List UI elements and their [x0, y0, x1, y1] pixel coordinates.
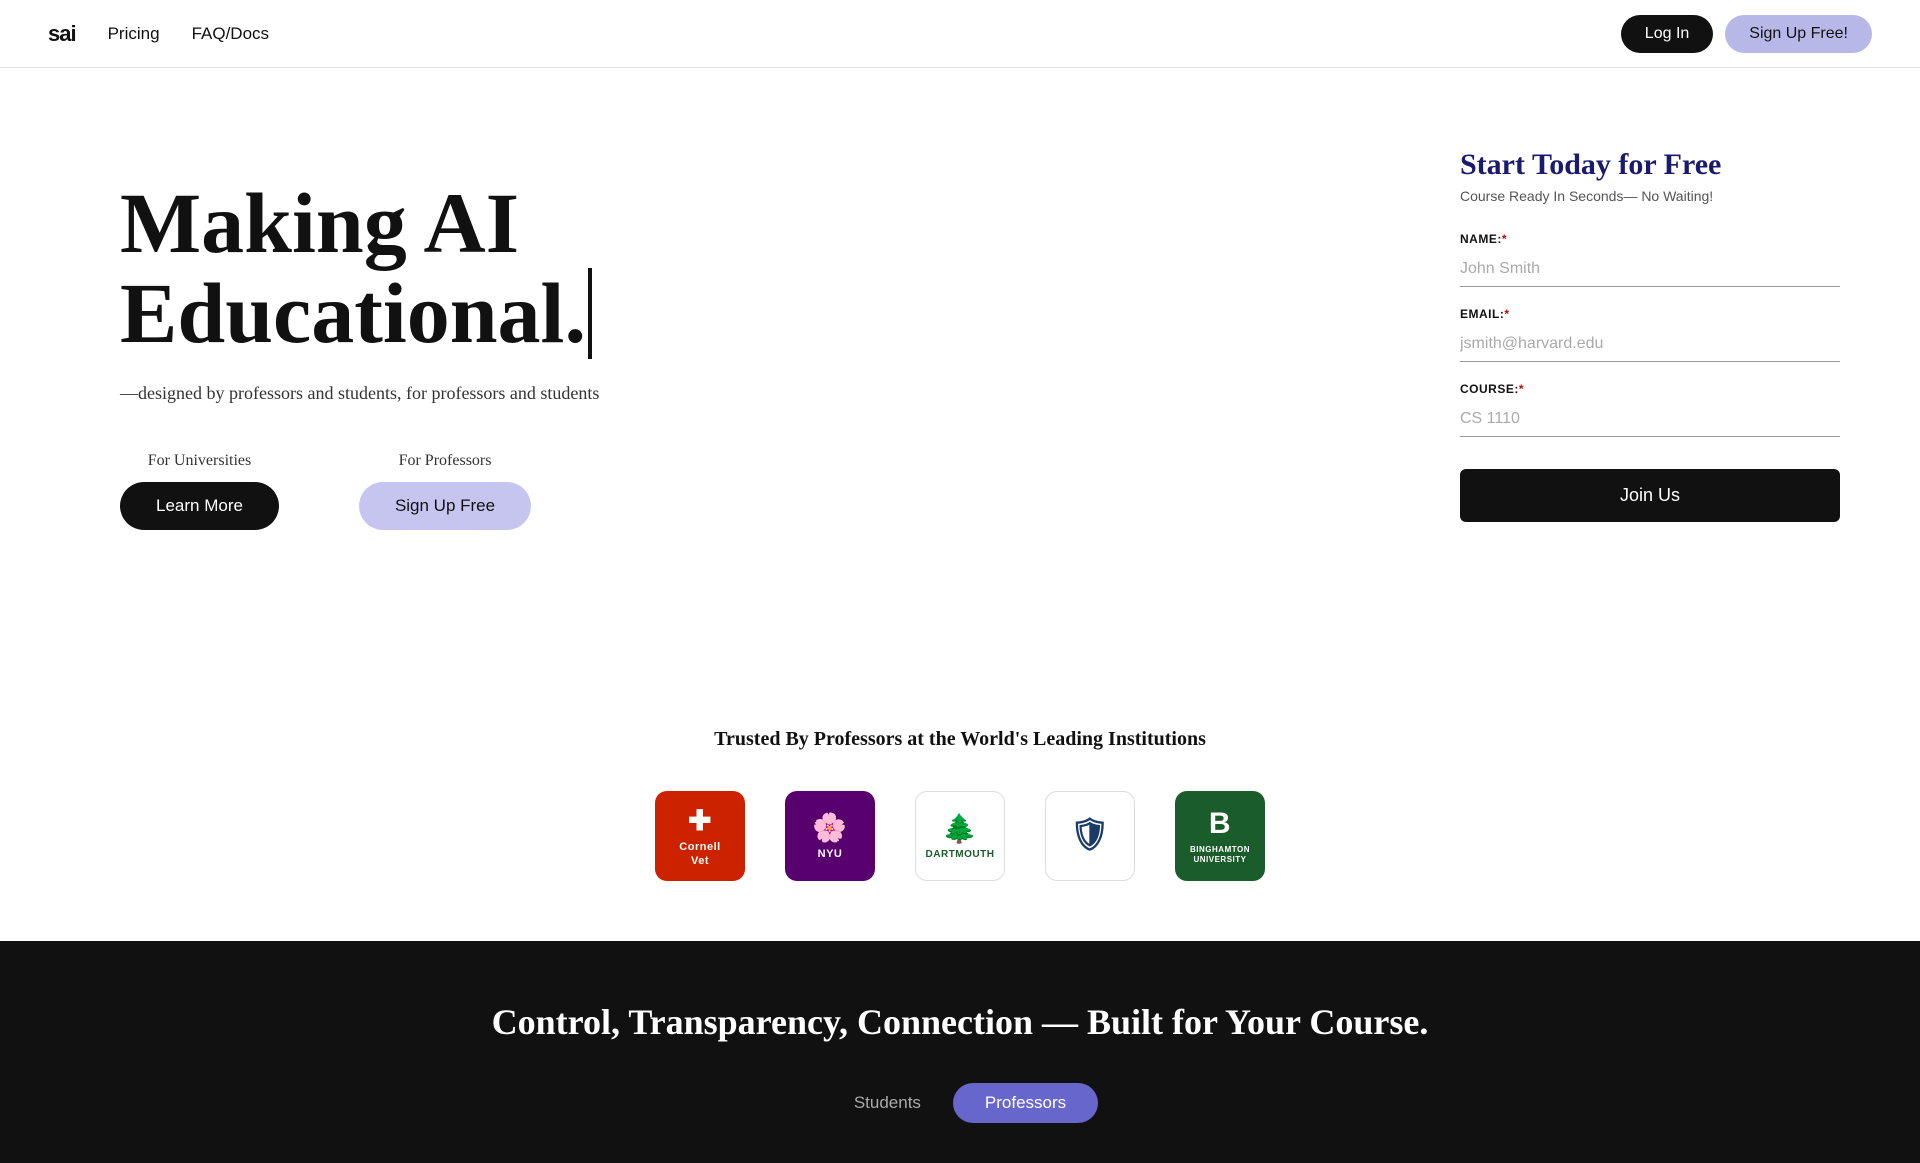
logo-yale: 🛡 [1045, 791, 1135, 881]
navbar: sai Pricing FAQ/Docs Log In Sign Up Free… [0, 0, 1920, 68]
dartmouth-icon: 🌲 [942, 812, 977, 845]
signup-button-nav[interactable]: Sign Up Free! [1725, 15, 1872, 53]
nav-link-faq[interactable]: FAQ/Docs [192, 24, 269, 44]
logo-dartmouth: 🌲 DARTMOUTH [915, 791, 1005, 881]
logo-binghamton: B BINGHAMTONUNIVERSITY [1175, 791, 1265, 881]
form-subtitle: Course Ready In Seconds— No Waiting! [1460, 188, 1840, 204]
dark-section: Control, Transparency, Connection — Buil… [0, 941, 1920, 1163]
signup-free-button[interactable]: Sign Up Free [359, 482, 531, 530]
tabs-row: Students Professors [80, 1083, 1840, 1123]
logo-nyu: 🌸 NYU [785, 791, 875, 881]
tab-students[interactable]: Students [822, 1083, 953, 1123]
cta-professors-label: For Professors [399, 452, 492, 470]
email-field-group: EMAIL:* [1460, 307, 1840, 362]
name-field-group: NAME:* [1460, 232, 1840, 287]
cta-universities-label: For Universities [148, 452, 252, 470]
logo-cornell-vet: ✚ CornellVet [655, 791, 745, 881]
name-label: NAME:* [1460, 232, 1840, 246]
nav-link-pricing[interactable]: Pricing [108, 24, 160, 44]
hero-subtitle: —designed by professors and students, fo… [120, 383, 820, 404]
hero-cta-row: For Universities Learn More For Professo… [120, 452, 820, 530]
hero-section: Making AI Educational. —designed by prof… [0, 68, 1920, 688]
hero-title: Making AI Educational. [120, 178, 820, 359]
learn-more-button[interactable]: Learn More [120, 482, 279, 530]
cornell-icon: ✚ [688, 804, 712, 837]
logos-row: ✚ CornellVet 🌸 NYU 🌲 DARTMOUTH 🛡 B BINGH… [80, 791, 1840, 881]
course-field-group: COURSE:* [1460, 382, 1840, 437]
yale-icon: 🛡 [1069, 815, 1110, 853]
trusted-title: Trusted By Professors at the World's Lea… [80, 728, 1840, 751]
nav-left: sai Pricing FAQ/Docs [48, 21, 269, 47]
cta-professors: For Professors Sign Up Free [359, 452, 531, 530]
email-input[interactable] [1460, 327, 1840, 362]
tab-professors[interactable]: Professors [953, 1083, 1098, 1123]
site-logo: sai [48, 21, 76, 47]
email-label: EMAIL:* [1460, 307, 1840, 321]
form-title: Start Today for Free [1460, 148, 1840, 182]
trusted-section: Trusted By Professors at the World's Lea… [0, 688, 1920, 941]
nav-right: Log In Sign Up Free! [1621, 15, 1872, 53]
join-button[interactable]: Join Us [1460, 469, 1840, 522]
cursor-blink [588, 268, 592, 358]
course-label: COURSE:* [1460, 382, 1840, 396]
name-input[interactable] [1460, 252, 1840, 287]
dark-section-title: Control, Transparency, Connection — Buil… [80, 1001, 1840, 1043]
login-button[interactable]: Log In [1621, 15, 1713, 53]
binghamton-icon: B [1209, 807, 1231, 841]
course-input[interactable] [1460, 402, 1840, 437]
signup-form-card: Start Today for Free Course Ready In Sec… [1460, 148, 1840, 522]
nyu-icon: 🌸 [812, 811, 847, 844]
cta-universities: For Universities Learn More [120, 452, 279, 530]
hero-left: Making AI Educational. —designed by prof… [120, 148, 820, 530]
